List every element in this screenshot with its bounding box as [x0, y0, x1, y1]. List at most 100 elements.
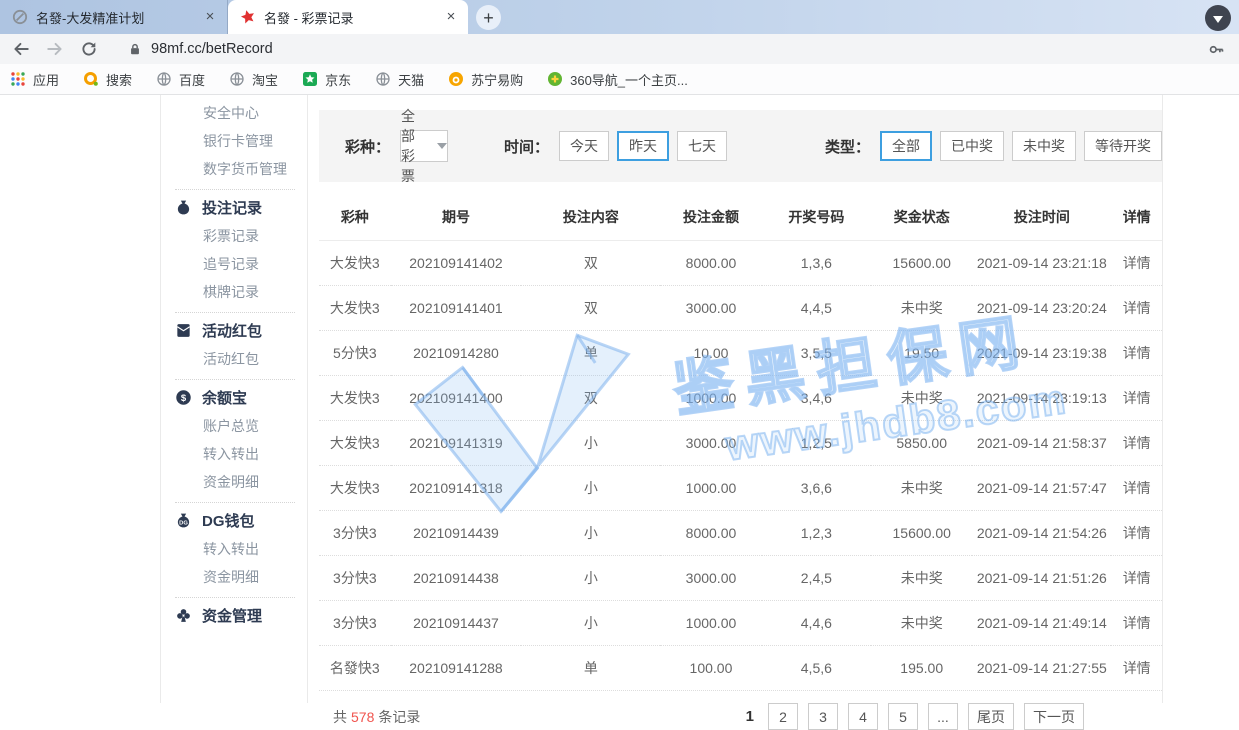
- lottery-select[interactable]: 全部彩票: [400, 130, 448, 162]
- sidebar-section-header[interactable]: 资金管理: [175, 605, 307, 626]
- bookmark-item[interactable]: 天猫: [375, 70, 424, 89]
- content-cell: 双: [521, 286, 660, 331]
- page-button[interactable]: 4: [848, 703, 878, 730]
- numbers-cell: 4,4,6: [762, 601, 872, 646]
- forward-icon[interactable]: [46, 40, 64, 58]
- lottery-link[interactable]: 名發快3: [319, 646, 391, 691]
- nav360-icon: [547, 71, 563, 87]
- table-row: 5分快320210914280单10.003,5,519.502021-09-1…: [319, 331, 1162, 376]
- numbers-cell: 3,4,6: [762, 376, 872, 421]
- back-icon[interactable]: [12, 40, 30, 58]
- lottery-link[interactable]: 3分快3: [319, 556, 391, 601]
- globe-icon: [156, 71, 172, 87]
- filter-button[interactable]: 未中奖: [1012, 131, 1076, 161]
- detail-link[interactable]: 详情: [1111, 601, 1162, 646]
- lottery-link[interactable]: 大发快3: [319, 466, 391, 511]
- status-cell: 未中奖: [871, 601, 972, 646]
- sidebar-item[interactable]: 数字货币管理: [175, 155, 307, 183]
- time-cell: 2021-09-14 21:49:14: [972, 601, 1111, 646]
- sidebar-item[interactable]: 棋牌记录: [175, 278, 307, 306]
- key-icon[interactable]: [1208, 41, 1225, 58]
- page-button[interactable]: 3: [808, 703, 838, 730]
- status-cell: 5850.00: [871, 421, 972, 466]
- detail-link[interactable]: 详情: [1111, 646, 1162, 691]
- filter-button[interactable]: 七天: [677, 131, 727, 161]
- address-bar[interactable]: 98mf.cc/betRecord: [128, 41, 1227, 57]
- detail-link[interactable]: 详情: [1111, 286, 1162, 331]
- browser-tab-bet-record[interactable]: 名發 - 彩票记录 ×: [228, 0, 468, 34]
- sidebar-item[interactable]: 资金明细: [175, 563, 307, 591]
- lottery-link[interactable]: 大发快3: [319, 286, 391, 331]
- time-cell: 2021-09-14 23:20:24: [972, 286, 1111, 331]
- sidebar-section-header[interactable]: 活动红包: [175, 320, 307, 341]
- filter-button[interactable]: 昨天: [617, 131, 669, 161]
- red-envelope-icon: [175, 322, 192, 339]
- moneybag-icon: [175, 199, 192, 216]
- page-button[interactable]: 2: [768, 703, 798, 730]
- sidebar-section-header[interactable]: 投注记录: [175, 197, 307, 218]
- close-icon[interactable]: ×: [442, 8, 460, 26]
- bookmark-item[interactable]: 360导航_一个主页...: [547, 70, 688, 89]
- lottery-link[interactable]: 3分快3: [319, 511, 391, 556]
- lock-icon[interactable]: [128, 42, 142, 56]
- time-cell: 2021-09-14 23:19:38: [972, 331, 1111, 376]
- sidebar-item[interactable]: 转入转出: [175, 440, 307, 468]
- numbers-cell: 3,5,5: [762, 331, 872, 376]
- next-page-button[interactable]: 下一页: [1024, 703, 1084, 730]
- lottery-link[interactable]: 3分快3: [319, 601, 391, 646]
- last-page-button[interactable]: 尾页: [968, 703, 1014, 730]
- page-body: 安全中心银行卡管理数字货币管理投注记录彩票记录追号记录棋牌记录活动红包活动红包$…: [0, 95, 1239, 703]
- bookmark-item[interactable]: 京东: [302, 70, 351, 89]
- sidebar-section-header[interactable]: DGDG钱包: [175, 510, 307, 531]
- slash-circle-icon: [12, 9, 28, 25]
- sidebar-item[interactable]: 账户总览: [175, 412, 307, 440]
- sidebar-item[interactable]: 彩票记录: [175, 222, 307, 250]
- globe-icon: [229, 71, 245, 87]
- detail-link[interactable]: 详情: [1111, 241, 1162, 286]
- filter-button[interactable]: 已中奖: [940, 131, 1004, 161]
- bookmark-item[interactable]: 百度: [156, 70, 205, 89]
- sidebar-item[interactable]: 活动红包: [175, 345, 307, 373]
- detail-link[interactable]: 详情: [1111, 331, 1162, 376]
- lottery-link[interactable]: 5分快3: [319, 331, 391, 376]
- page-button[interactable]: ...: [928, 703, 958, 730]
- sidebar-item[interactable]: 资金明细: [175, 468, 307, 496]
- sidebar-item[interactable]: 安全中心: [175, 99, 307, 127]
- sidebar-item[interactable]: 追号记录: [175, 250, 307, 278]
- detail-link[interactable]: 详情: [1111, 466, 1162, 511]
- sidebar-item[interactable]: 银行卡管理: [175, 127, 307, 155]
- detail-link[interactable]: 详情: [1111, 376, 1162, 421]
- lottery-link[interactable]: 大发快3: [319, 376, 391, 421]
- table-row: 大发快3202109141319小3000.001,2,55850.002021…: [319, 421, 1162, 466]
- detail-link[interactable]: 详情: [1111, 511, 1162, 556]
- bookmark-item[interactable]: 苏宁易购: [448, 70, 523, 89]
- reload-icon[interactable]: [80, 40, 98, 58]
- filter-button[interactable]: 今天: [559, 131, 609, 161]
- account-menu-button[interactable]: [1205, 5, 1231, 31]
- close-icon[interactable]: ×: [201, 8, 219, 26]
- sidebar-divider: [175, 312, 295, 313]
- detail-link[interactable]: 详情: [1111, 421, 1162, 466]
- detail-link[interactable]: 详情: [1111, 556, 1162, 601]
- lottery-link[interactable]: 大发快3: [319, 421, 391, 466]
- bookmark-item[interactable]: 应用: [10, 70, 59, 89]
- bookmark-item[interactable]: 搜索: [83, 70, 132, 89]
- lottery-link[interactable]: 大发快3: [319, 241, 391, 286]
- tab-strip: 名發-大发精准计划 × 名發 - 彩票记录 × +: [0, 0, 1239, 34]
- bookmarks-bar: 应用 搜索 百度 淘宝 京东 天猫 苏宁易购 360导航_一个主页...: [0, 64, 1239, 95]
- browser-tab-plan[interactable]: 名發-大发精准计划 ×: [0, 0, 228, 34]
- bookmark-label: 搜索: [106, 70, 132, 89]
- filter-button[interactable]: 等待开奖: [1084, 131, 1162, 161]
- sidebar-divider: [175, 379, 295, 380]
- issue-cell: 20210914439: [391, 511, 522, 556]
- page-button[interactable]: 5: [888, 703, 918, 730]
- tab-title: 名發-大发精准计划: [36, 8, 201, 27]
- bookmark-item[interactable]: 淘宝: [229, 70, 278, 89]
- new-tab-button[interactable]: +: [476, 5, 501, 30]
- sidebar-item[interactable]: 转入转出: [175, 535, 307, 563]
- browser-toolbar: 98mf.cc/betRecord: [0, 34, 1239, 64]
- total-prefix: 共: [333, 709, 347, 725]
- sidebar-section-header[interactable]: $余额宝: [175, 387, 307, 408]
- filter-button[interactable]: 全部: [880, 131, 932, 161]
- time-cell: 2021-09-14 23:21:18: [972, 241, 1111, 286]
